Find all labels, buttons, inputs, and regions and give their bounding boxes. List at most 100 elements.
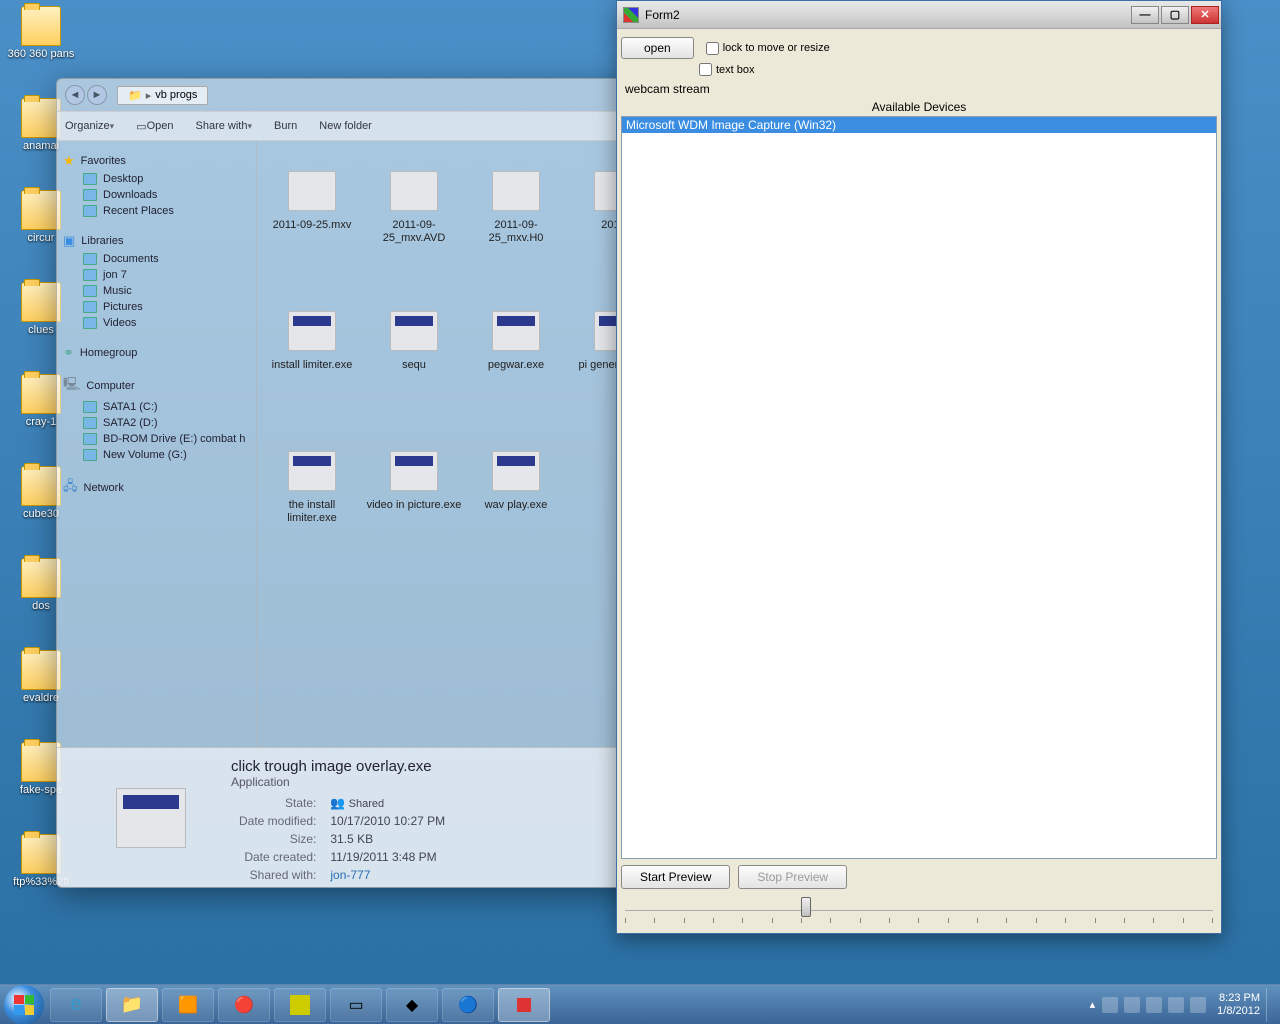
system-tray[interactable]: ▴ 8:23 PM 1/8/2012 [1090,988,1276,1022]
close-button[interactable]: ✕ [1191,6,1219,24]
taskbar-chrome[interactable]: 🔴 [218,988,270,1022]
open-button[interactable]: ▭ Open [136,120,173,133]
slider-thumb[interactable] [801,897,811,917]
device-item-selected[interactable]: Microsoft WDM Image Capture (Win32) [622,117,1216,133]
open-icon: ▭ [136,120,146,133]
organize-menu[interactable]: Organize [65,120,114,132]
form-icon [517,998,531,1012]
device-listbox[interactable]: Microsoft WDM Image Capture (Win32) [621,116,1217,859]
tray-icon[interactable] [1124,997,1140,1013]
nav-item[interactable]: BD-ROM Drive (E:) combat h [61,431,252,447]
nav-item[interactable]: Recent Places [61,203,252,219]
tray-chevron-icon[interactable]: ▴ [1090,998,1096,1011]
taskbar-ie[interactable]: e [50,988,102,1022]
address-bar[interactable]: 📁 ▸ vb progs [117,86,208,105]
file-item[interactable]: the install limiter.exe [261,431,363,571]
folder-icon [21,742,61,782]
nav-libraries[interactable]: ▣Libraries [63,233,252,249]
taskbar-explorer[interactable]: 📁 [106,988,158,1022]
app-icon [290,995,310,1015]
file-item[interactable]: 2011-09-25_mxv.AVD [363,151,465,291]
nav-item[interactable]: Documents [61,251,252,267]
taskbar-form2[interactable] [498,988,550,1022]
start-preview-button[interactable]: Start Preview [621,865,730,889]
file-icon [390,171,438,211]
file-item[interactable]: sequ [363,291,465,431]
file-item[interactable]: video in picture.exe [363,431,465,571]
form2-titlebar[interactable]: Form2 — ▢ ✕ [617,1,1221,29]
taskbar-app[interactable] [274,988,326,1022]
exe-icon [492,451,540,491]
exe-icon [492,311,540,351]
burn-button[interactable]: Burn [274,120,297,132]
libraries-icon: ▣ [63,233,75,249]
stop-preview-button[interactable]: Stop Preview [738,865,847,889]
tray-volume-icon[interactable] [1190,997,1206,1013]
file-item[interactable]: 2011-09-25.mxv [261,151,363,291]
taskbar-app[interactable]: 🔵 [442,988,494,1022]
folder-icon [21,282,61,322]
nav-item[interactable]: Videos [61,315,252,331]
slider[interactable] [625,895,1213,925]
taskbar[interactable]: e 📁 🟧 🔴 ▭ ◆ 🔵 ▴ 8:23 PM 1/8/2012 [0,984,1280,1024]
tray-action-center-icon[interactable] [1168,997,1184,1013]
downloads-icon [83,189,97,201]
nav-item[interactable]: Downloads [61,187,252,203]
show-desktop-button[interactable] [1266,988,1276,1022]
file-item[interactable]: pegwar.exe [465,291,567,431]
start-button[interactable] [4,985,44,1024]
file-item[interactable]: install limiter.exe [261,291,363,431]
taskbar-app[interactable]: ◆ [386,988,438,1022]
form2-window[interactable]: Form2 — ▢ ✕ open lock to move or resize … [616,0,1222,934]
nav-network[interactable]: 🖧Network [63,477,252,499]
taskbar-app[interactable]: ▭ [330,988,382,1022]
exe-icon [288,311,336,351]
nav-item[interactable]: SATA2 (D:) [61,415,252,431]
minimize-button[interactable]: — [1131,6,1159,24]
tray-clock[interactable]: 8:23 PM 1/8/2012 [1217,992,1260,1016]
tray-time: 8:23 PM [1217,992,1260,1004]
textbox-checkbox[interactable]: text box [699,63,755,76]
maximize-button[interactable]: ▢ [1161,6,1189,24]
nav-favorites[interactable]: ★Favorites [63,153,252,169]
forward-button[interactable]: ► [87,85,107,105]
share-with-menu[interactable]: Share with [196,120,253,132]
nav-item[interactable]: Music [61,283,252,299]
nav-pane[interactable]: ★Favorites Desktop Downloads Recent Plac… [57,141,257,747]
tray-flag-icon[interactable] [1146,997,1162,1013]
ie-icon: e [70,993,81,1016]
app-icon [623,7,639,23]
windows-icon [14,995,34,1015]
app-icon: ◆ [406,995,418,1015]
path-segment[interactable]: vb progs [155,89,197,101]
app-icon: 🟧 [178,995,198,1015]
tray-icon[interactable] [1102,997,1118,1013]
star-icon: ★ [63,153,75,169]
drive-icon [83,401,97,413]
back-button[interactable]: ◄ [65,85,85,105]
new-folder-button[interactable]: New folder [319,120,372,132]
window-title: Form2 [645,8,1129,22]
nav-item[interactable]: New Volume (G:) [61,447,252,463]
nav-item[interactable]: Pictures [61,299,252,315]
nav-homegroup[interactable]: ⚭Homegroup [63,345,252,361]
nav-item[interactable]: jon 7 [61,267,252,283]
nav-item[interactable]: SATA1 (C:) [61,399,252,415]
taskbar-app[interactable]: 🟧 [162,988,214,1022]
computer-icon: 🖳 [63,375,80,397]
chrome-icon: 🔴 [234,995,254,1015]
webcam-stream-label: webcam stream [621,80,1217,98]
nav-item[interactable]: Desktop [61,171,252,187]
nav-computer[interactable]: 🖳Computer [63,375,252,397]
lock-checkbox[interactable]: lock to move or resize [706,42,830,55]
file-item[interactable]: 2011-09-25_mxv.H0 [465,151,567,291]
file-icon [492,171,540,211]
homegroup-icon: ⚭ [63,345,74,361]
file-item[interactable]: wav play.exe [465,431,567,571]
open-button[interactable]: open [621,37,694,59]
desktop-icon [83,173,97,185]
details-properties: State:👥 Shared Date modified:10/17/2010 … [231,793,453,885]
folder-icon: 📁 [128,89,142,102]
folder-icon [21,834,61,874]
file-icon [288,171,336,211]
